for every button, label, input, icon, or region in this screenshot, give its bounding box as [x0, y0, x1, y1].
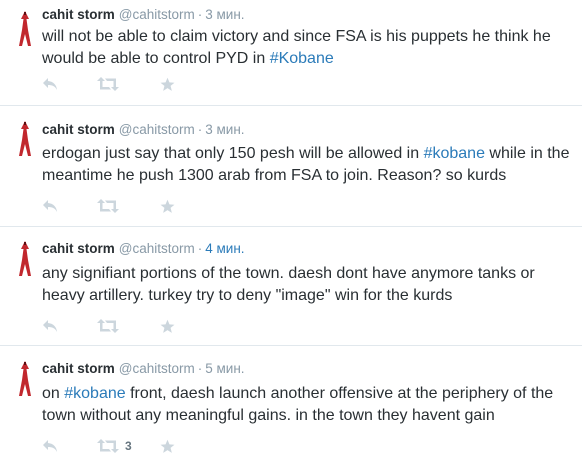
reply-icon: [43, 200, 57, 212]
separator: ·: [197, 122, 203, 137]
tweet-header: cahit storm @cahitstorm · 3 мин.: [42, 7, 245, 22]
author-handle[interactable]: @cahitstorm: [119, 361, 195, 376]
red-figure-icon[interactable]: [16, 120, 34, 158]
reply-icon: [43, 440, 57, 452]
author-handle[interactable]: @cahitstorm: [119, 241, 195, 256]
reply-icon: [43, 320, 57, 332]
tweet-actions: [42, 75, 342, 93]
tweet-timestamp[interactable]: 3 мин.: [205, 122, 244, 137]
tweet-text: any signifiant portions of the town. dae…: [42, 263, 572, 307]
retweet-count: 3: [125, 439, 132, 453]
star-icon: [160, 319, 175, 333]
tweet-item[interactable]: cahit storm @cahitstorm · 3 мин. erdogan ju…: [0, 106, 582, 227]
tweet-item[interactable]: cahit storm @cahitstorm · 5 мин. on #kobane…: [0, 346, 582, 467]
reply-button[interactable]: [42, 317, 58, 335]
tweet-actions: [42, 197, 342, 215]
tweet-actions: 3: [42, 437, 342, 455]
retweet-button[interactable]: [97, 317, 125, 335]
retweet-button[interactable]: [97, 197, 125, 215]
tweet-text-part: on: [42, 385, 65, 402]
red-figure-icon[interactable]: [16, 240, 34, 278]
tweet-header: cahit storm @cahitstorm · 4 мин.: [42, 241, 245, 256]
tweet-text: on #kobane front, daesh launch another o…: [42, 383, 572, 427]
favorite-button[interactable]: [160, 317, 175, 335]
reply-button[interactable]: [42, 437, 58, 455]
star-icon: [160, 77, 175, 91]
author-name[interactable]: cahit storm: [42, 7, 115, 22]
red-figure-icon[interactable]: [16, 360, 34, 398]
tweet-item[interactable]: cahit storm @cahitstorm · 3 мин. will not b…: [0, 0, 582, 106]
tweet-header: cahit storm @cahitstorm · 5 мин.: [42, 361, 245, 376]
favorite-button[interactable]: [160, 197, 175, 215]
favorite-button[interactable]: [160, 75, 175, 93]
reply-icon: [43, 78, 57, 90]
author-handle[interactable]: @cahitstorm: [119, 122, 195, 137]
reply-button[interactable]: [42, 197, 58, 215]
reply-button[interactable]: [42, 75, 58, 93]
favorite-button[interactable]: [160, 437, 175, 455]
retweet-icon: [97, 199, 119, 213]
tweet-item[interactable]: cahit storm @cahitstorm · 4 мин. any signif…: [0, 227, 582, 346]
hashtag-link[interactable]: #Kobane: [270, 50, 334, 67]
separator: ·: [197, 361, 203, 376]
retweet-button[interactable]: [97, 75, 125, 93]
tweet-text-part: any signifiant portions of the town. dae…: [42, 265, 535, 304]
hashtag-link[interactable]: #kobane: [424, 145, 485, 162]
tweet-timestamp[interactable]: 3 мин.: [205, 7, 244, 22]
retweet-icon: [97, 319, 119, 333]
retweet-icon: [97, 439, 119, 453]
retweet-icon: [97, 77, 119, 91]
author-name[interactable]: cahit storm: [42, 361, 115, 376]
tweet-timestamp[interactable]: 5 мин.: [205, 361, 244, 376]
tweet-text: erdogan just say that only 150 pesh will…: [42, 143, 572, 187]
separator: ·: [197, 241, 203, 256]
hashtag-link[interactable]: #kobane: [64, 385, 125, 402]
tweet-timestamp[interactable]: 4 мин.: [205, 241, 244, 256]
author-name[interactable]: cahit storm: [42, 122, 115, 137]
tweet-actions: [42, 317, 342, 335]
tweet-text: will not be able to claim victory and si…: [42, 26, 572, 70]
tweet-text-part: erdogan just say that only 150 pesh will…: [42, 145, 424, 162]
star-icon: [160, 439, 175, 453]
author-name[interactable]: cahit storm: [42, 241, 115, 256]
tweet-header: cahit storm @cahitstorm · 3 мин.: [42, 122, 245, 137]
red-figure-icon[interactable]: [16, 10, 34, 48]
timeline: cahit storm @cahitstorm · 3 мин. will not b…: [0, 0, 582, 467]
author-handle[interactable]: @cahitstorm: [119, 7, 195, 22]
separator: ·: [197, 7, 203, 22]
star-icon: [160, 199, 175, 213]
retweet-button[interactable]: 3: [97, 437, 132, 455]
